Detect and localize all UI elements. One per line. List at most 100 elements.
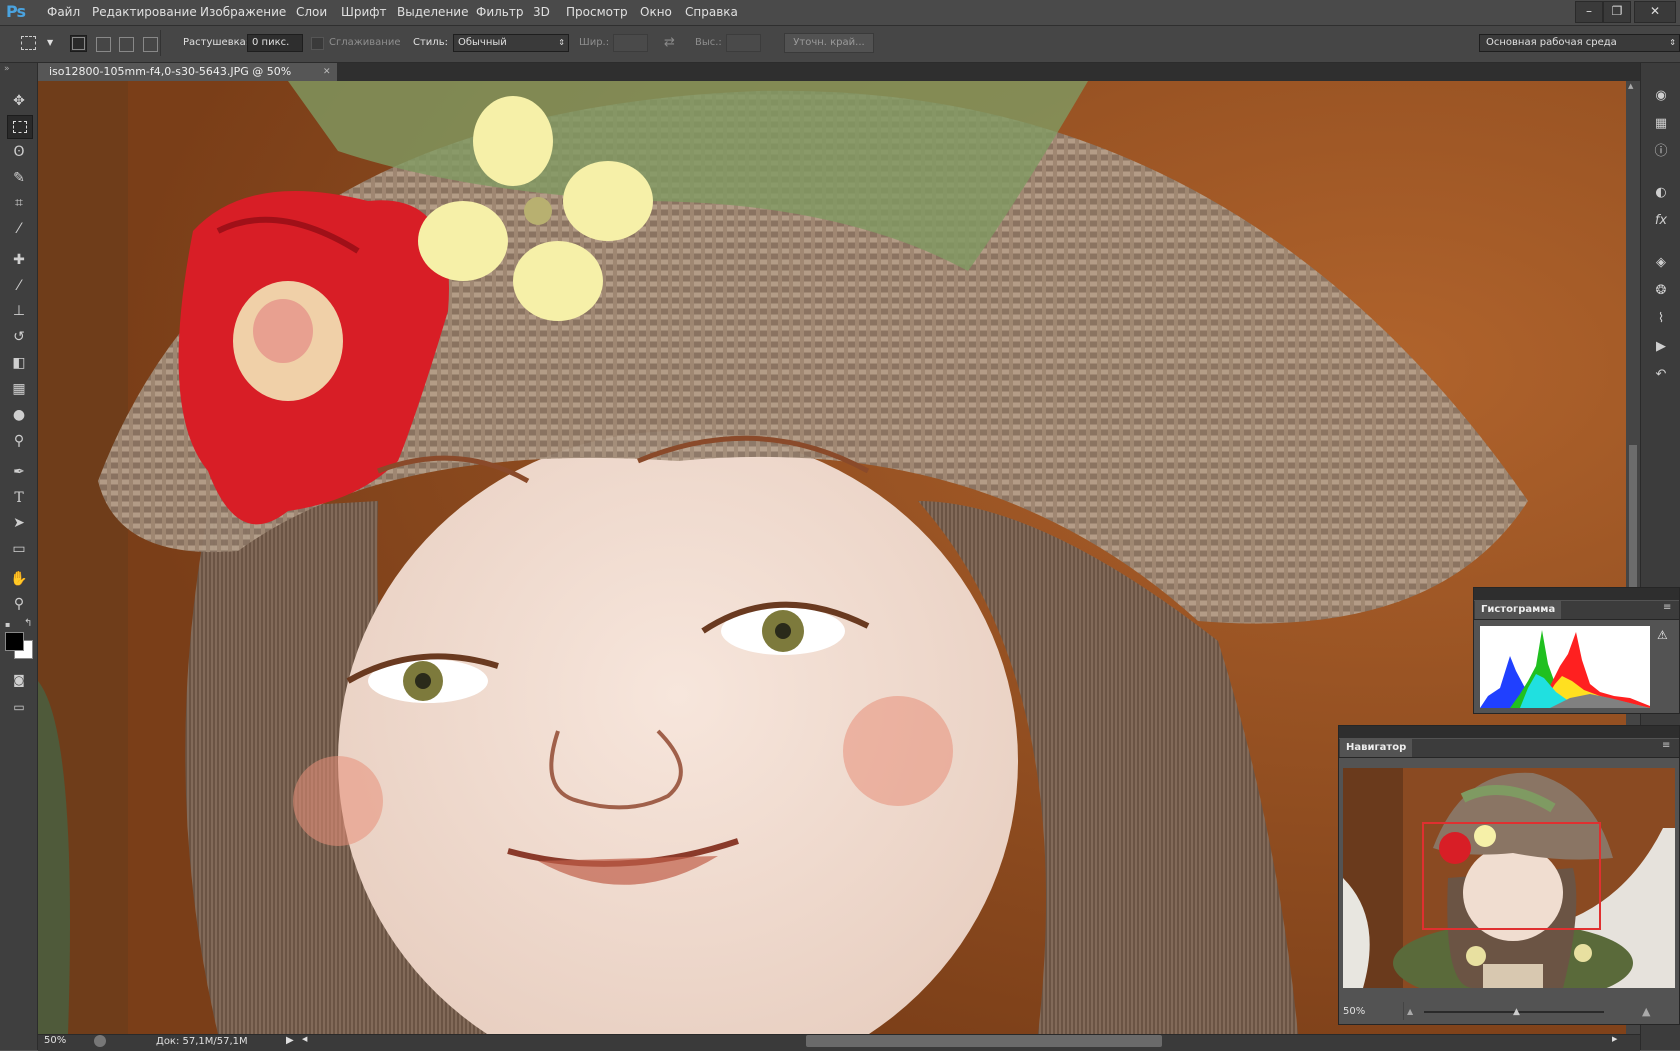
dodge-icon[interactable]: ⚲ (7, 430, 31, 452)
menu-view[interactable]: Просмотр (566, 5, 628, 19)
color-icon[interactable]: ◉ (1652, 87, 1670, 105)
info-icon[interactable]: ⓘ (1652, 143, 1670, 161)
paths-icon[interactable]: ⌇ (1652, 310, 1670, 328)
panel-menu-icon[interactable]: ≡ (1663, 602, 1671, 613)
workspace-select[interactable]: Основная рабочая среда ⇕ (1479, 34, 1680, 52)
document-tab[interactable]: iso12800-105mm-f4,0-s30-5643.JPG @ 50% (… (38, 63, 337, 96)
history-icon[interactable]: ↶ (1652, 366, 1670, 384)
spot-heal-icon[interactable]: ✚ (7, 249, 31, 271)
screen-mode-icon[interactable]: ▭ (7, 696, 31, 718)
zoom-level[interactable]: 50% (44, 1035, 66, 1046)
swap-colors-icon[interactable]: ↰ (24, 618, 32, 629)
pen-icon[interactable]: ✒ (7, 461, 31, 483)
layers-icon[interactable]: ◈ (1652, 254, 1670, 272)
move-icon[interactable]: ✥ (7, 90, 31, 112)
zoom-out-icon[interactable]: ▲ (1407, 1007, 1413, 1016)
stamp-icon[interactable]: ⊥ (7, 300, 31, 322)
collapse-panel-icon[interactable]: » (4, 64, 10, 74)
histogram-tab[interactable]: Гистограмма (1475, 601, 1562, 619)
divider (160, 30, 161, 56)
hand-icon[interactable]: ✋ (7, 568, 31, 590)
quick-select-icon[interactable]: ✎ (7, 167, 31, 189)
menu-3d[interactable]: 3D (533, 5, 550, 19)
menu-select[interactable]: Выделение (397, 5, 468, 19)
close-window-button[interactable]: ✕ (1634, 1, 1676, 23)
status-info-icon[interactable] (94, 1035, 106, 1047)
style-label: Стиль: (413, 37, 448, 48)
crop-icon[interactable]: ⌗ (7, 192, 31, 214)
swatches-icon[interactable]: ▦ (1652, 115, 1670, 133)
history-brush-icon[interactable]: ↺ (7, 326, 31, 348)
panel-grip[interactable] (1339, 726, 1679, 738)
marquee-preset-icon[interactable] (21, 36, 36, 50)
antialias-label: Сглаживание (329, 37, 401, 48)
menu-filter[interactable]: Фильтр (476, 5, 523, 19)
styles-icon[interactable]: fx (1652, 212, 1670, 230)
width-input[interactable] (613, 34, 648, 52)
panel-menu-icon[interactable]: ≡ (1662, 740, 1670, 751)
menu-edit[interactable]: Редактирование (92, 5, 197, 19)
chevron-updown-icon: ⇕ (558, 38, 565, 47)
divider (1403, 1002, 1404, 1020)
add-selection-icon[interactable] (96, 37, 111, 52)
height-label: Выс.: (695, 37, 722, 48)
zoom-icon[interactable]: ⚲ (7, 593, 31, 615)
gradient-icon[interactable]: ▦ (7, 378, 31, 400)
intersect-selection-icon[interactable] (143, 37, 158, 52)
horizontal-scroll-thumb[interactable] (806, 1035, 1162, 1047)
path-select-icon[interactable]: ➤ (7, 512, 31, 534)
scroll-right-icon[interactable]: ▶ (1612, 1035, 1617, 1043)
adjustments-icon[interactable]: ◐ (1652, 184, 1670, 202)
eraser-icon[interactable]: ◧ (7, 352, 31, 374)
zoom-slider-thumb[interactable]: ▲ (1513, 1007, 1520, 1017)
photoshop-logo: Ps (6, 2, 26, 21)
brush-icon[interactable]: ⁄ (7, 275, 31, 297)
channels-icon[interactable]: ❂ (1652, 282, 1670, 300)
menu-type[interactable]: Шрифт (341, 5, 387, 19)
preset-dropdown-arrow-icon[interactable]: ▼ (47, 38, 53, 47)
blur-icon[interactable]: ● (7, 404, 31, 426)
quick-mask-icon[interactable]: ◙ (7, 669, 31, 691)
navigator-zoom-level[interactable]: 50% (1343, 1006, 1365, 1017)
status-menu-arrow-icon[interactable]: ▶ (286, 1035, 294, 1046)
default-colors-icon[interactable]: ▪ (5, 620, 10, 629)
menu-help[interactable]: Справка (685, 5, 738, 19)
new-selection-icon[interactable] (70, 35, 87, 52)
close-tab-icon[interactable]: ✕ (323, 63, 331, 81)
refine-edge-button[interactable]: Уточн. край... (784, 33, 874, 53)
menu-file[interactable]: Файл (47, 5, 80, 19)
panel-grip[interactable] (1474, 588, 1679, 600)
chevron-updown-icon: ⇕ (1669, 38, 1676, 47)
menu-window[interactable]: Окно (640, 5, 672, 19)
rect-marquee-icon[interactable] (7, 115, 33, 139)
minimize-button[interactable]: – (1575, 1, 1603, 23)
warning-icon[interactable]: ⚠ (1657, 628, 1668, 642)
type-icon[interactable]: T (7, 487, 31, 509)
scroll-left-icon[interactable]: ◀ (302, 1035, 307, 1043)
navigator-tab[interactable]: Навигатор (1340, 739, 1413, 757)
antialias-checkbox[interactable] (311, 37, 324, 50)
style-select[interactable]: Обычный ⇕ (453, 34, 569, 52)
shape-icon[interactable]: ▭ (7, 538, 31, 560)
actions-icon[interactable]: ▶ (1652, 338, 1670, 356)
eyedropper-icon[interactable]: ⁄ (7, 218, 31, 240)
feather-input[interactable]: 0 пикс. (247, 34, 303, 52)
lasso-icon[interactable]: ʘ (7, 141, 31, 163)
histogram-chart (1480, 626, 1650, 708)
histogram-graph (1480, 630, 1650, 708)
navigator-thumbnail[interactable] (1343, 768, 1675, 988)
scroll-up-icon[interactable]: ▲ (1628, 82, 1633, 90)
navigator-view-box[interactable] (1422, 822, 1601, 930)
menu-layers[interactable]: Слои (296, 5, 327, 19)
subtract-selection-icon[interactable] (119, 37, 134, 52)
swap-dimensions-icon[interactable]: ⇄ (664, 35, 675, 50)
histogram-panel: Гистограмма ≡ ⚠ (1473, 587, 1680, 714)
foreground-color-swatch[interactable] (5, 632, 24, 651)
vertical-scroll-thumb[interactable] (1629, 445, 1637, 590)
height-input[interactable] (726, 34, 761, 52)
navigator-panel: Навигатор ≡ 50% ▲ ▲ ▲ (1338, 725, 1680, 1025)
feather-label: Растушевка: (183, 37, 250, 48)
menu-image[interactable]: Изображение (200, 5, 286, 19)
restore-button[interactable]: ❐ (1603, 1, 1631, 23)
zoom-in-icon[interactable]: ▲ (1642, 1005, 1650, 1018)
